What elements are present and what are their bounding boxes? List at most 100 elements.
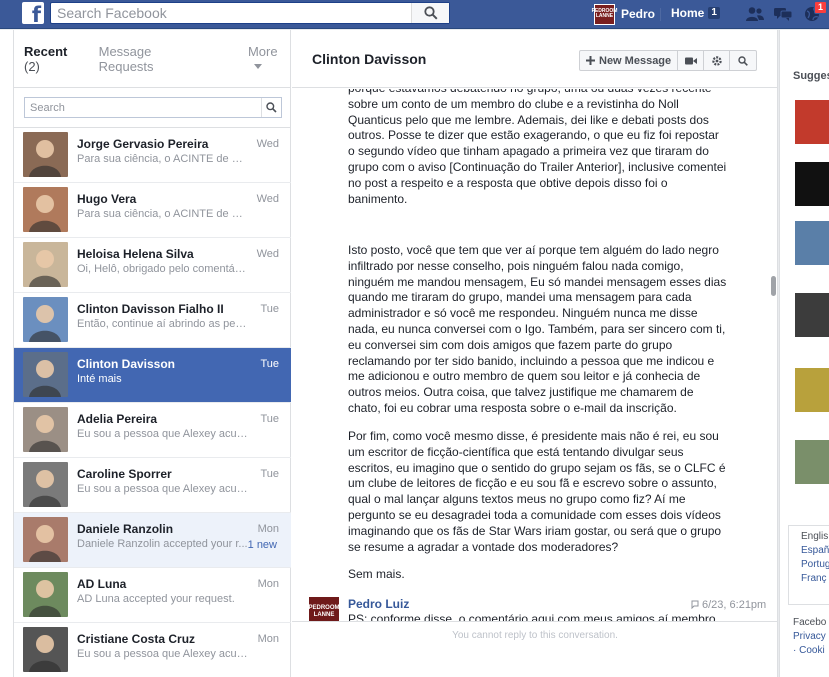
avatar xyxy=(23,407,68,452)
thread-name: Adelia Pereira xyxy=(77,412,158,426)
conversation-list-item[interactable]: Daniele Ranzolin Daniele Ranzolin accepte… xyxy=(14,513,291,568)
thread-name: AD Luna xyxy=(77,577,127,591)
avatar-head xyxy=(36,415,54,433)
conversation-list-item[interactable]: Cristiane Costa Cruz Eu sou a pessoa que … xyxy=(14,623,291,677)
thread-time: Tue xyxy=(260,413,279,425)
conversation-list-item[interactable]: Jorge Gervasio Pereira Para sua ciência, … xyxy=(14,128,291,183)
search-conversation-button[interactable] xyxy=(730,51,756,70)
friend-requests-button[interactable] xyxy=(744,4,766,24)
thread-time: Mon xyxy=(257,578,279,590)
new-message-button[interactable]: New Message xyxy=(580,51,679,70)
right-sidebar: Sugges Englis Españ Portug Franç Facebo … xyxy=(779,30,829,677)
thread-name: Cristiane Costa Cruz xyxy=(77,632,196,646)
home-link[interactable]: Home 1 xyxy=(671,6,720,20)
thread-snippet: Para sua ciência, o ACINTE de Cl... xyxy=(77,153,249,165)
avatar xyxy=(23,627,68,672)
global-search-input[interactable] xyxy=(51,3,411,23)
messages-button[interactable] xyxy=(772,4,794,24)
tab-message-requests[interactable]: Message Requests xyxy=(99,44,206,74)
search-icon xyxy=(423,6,438,20)
thread-name: Caroline Sporrer xyxy=(77,467,172,481)
conversation-search-input[interactable] xyxy=(25,98,255,117)
conversation-list-item[interactable]: Heloisa Helena Silva Oi, Helô, obrigado p… xyxy=(14,238,291,293)
notifications-button[interactable]: 1 xyxy=(801,1,827,24)
conversation-list-item[interactable]: Caroline Sporrer Eu sou a pessoa que Alex… xyxy=(14,458,291,513)
home-count-badge: 1 xyxy=(708,7,720,19)
video-camera-icon xyxy=(684,57,697,64)
thread-snippet: AD Luna accepted your request. xyxy=(77,593,235,605)
thread-time: Tue xyxy=(260,303,279,315)
avatar xyxy=(23,242,68,287)
profile-link[interactable]: PEDROOM LANNE Pedro xyxy=(592,3,655,25)
settings-button[interactable] xyxy=(704,51,731,70)
thread-time: Wed xyxy=(256,138,279,150)
sender-name[interactable]: Pedro Luiz xyxy=(348,597,409,611)
notifications-count-badge: 1 xyxy=(813,1,827,14)
thread-time: Mon xyxy=(257,523,279,535)
avatar-head xyxy=(36,525,54,543)
mobile-icon xyxy=(691,600,699,610)
avatar-head xyxy=(36,195,54,213)
facebook-logo[interactable]: f xyxy=(22,2,44,24)
suggested-page-thumbnail[interactable] xyxy=(795,100,829,144)
conversation-list-item[interactable]: Hugo Vera Para sua ciência, o ACINTE de C… xyxy=(14,183,291,238)
suggested-page-thumbnail[interactable] xyxy=(795,162,829,206)
thread-time: Tue xyxy=(260,468,279,480)
avatar-head xyxy=(36,140,54,158)
friend-requests-icon xyxy=(746,7,764,21)
suggested-page-thumbnail[interactable] xyxy=(795,293,829,337)
thread-snippet: Então, continue aí abrindo as pern... xyxy=(77,318,249,330)
global-search-box xyxy=(50,2,450,24)
conversation-list-column: Recent (2) Message Requests More Jorge G… xyxy=(13,30,291,677)
avatar[interactable]: PEDROOM LANNE xyxy=(309,597,340,621)
new-message-count: 1 new xyxy=(247,539,277,551)
video-call-button[interactable] xyxy=(678,51,705,70)
avatar-head xyxy=(36,360,54,378)
avatar-head xyxy=(36,580,54,598)
thread-snippet: Eu sou a pessoa que Alexey acus... xyxy=(77,428,249,440)
thread-name: Hugo Vera xyxy=(77,192,137,206)
conversation-search-button[interactable] xyxy=(261,98,281,117)
conversation-title[interactable]: Clinton Davisson xyxy=(312,51,426,67)
suggested-page-thumbnail[interactable] xyxy=(795,368,829,412)
avatar xyxy=(23,572,68,617)
more-dropdown[interactable]: More xyxy=(248,44,290,74)
thread-time: Mon xyxy=(257,633,279,645)
inbox-tabs: Recent (2) Message Requests More xyxy=(14,30,290,88)
thread-snippet: Eu sou a pessoa que Alexey acus... xyxy=(77,648,249,660)
search-icon xyxy=(738,55,749,66)
reply-disabled-notice: You cannot reply to this conversation. xyxy=(292,621,778,677)
suggested-page-thumbnail[interactable] xyxy=(795,221,829,265)
new-message-label: New Message xyxy=(599,54,672,67)
thread-snippet: Daniele Ranzolin accepted your r... xyxy=(77,538,248,550)
conversation-list-item[interactable]: AD Luna AD Luna accepted your request. Mon xyxy=(14,568,291,623)
conversation-list-item[interactable]: Clinton Davisson Inté mais Tue xyxy=(14,348,291,403)
cookies-link[interactable]: · Cooki xyxy=(793,644,826,658)
thread-list: Jorge Gervasio Pereira Para sua ciência, … xyxy=(14,127,291,677)
footer-title: Facebo xyxy=(793,617,827,628)
search-button[interactable] xyxy=(411,3,449,23)
avatar-head xyxy=(36,305,54,323)
message-paragraph: Sem mais. xyxy=(348,567,405,581)
conversation-list-item[interactable]: Clinton Davisson Fialho II Então, continu… xyxy=(14,293,291,348)
message-time-text: 6/23, 6:21pm xyxy=(702,599,767,611)
language-current: Englis xyxy=(801,531,829,542)
avatar xyxy=(23,132,68,177)
top-navigation-bar: f PEDROOM LANNE Pedro Home 1 1 xyxy=(0,0,829,29)
message-text: PS: conforme disse, o comentário aqui co… xyxy=(348,612,716,621)
language-link[interactable]: Españ xyxy=(801,544,829,558)
home-label: Home xyxy=(671,6,705,20)
suggested-page-thumbnail[interactable] xyxy=(795,440,829,484)
language-link[interactable]: Franç xyxy=(801,572,829,586)
message-timestamp: 6/23, 6:21pm xyxy=(691,599,766,611)
tab-recent[interactable]: Recent (2) xyxy=(24,44,85,74)
privacy-link[interactable]: Privacy xyxy=(793,630,826,644)
divider xyxy=(660,8,661,21)
messages-panel: Recent (2) Message Requests More Jorge G… xyxy=(0,30,778,677)
thread-name: Clinton Davisson xyxy=(77,357,176,371)
conversation-list-item[interactable]: Adelia Pereira Eu sou a pessoa que Alexey… xyxy=(14,403,291,458)
thread-name: Clinton Davisson Fialho II xyxy=(77,302,224,316)
scrollbar-thumb[interactable] xyxy=(771,276,776,296)
cannot-reply-text: You cannot reply to this conversation. xyxy=(452,630,618,641)
language-link[interactable]: Portug xyxy=(801,558,829,572)
